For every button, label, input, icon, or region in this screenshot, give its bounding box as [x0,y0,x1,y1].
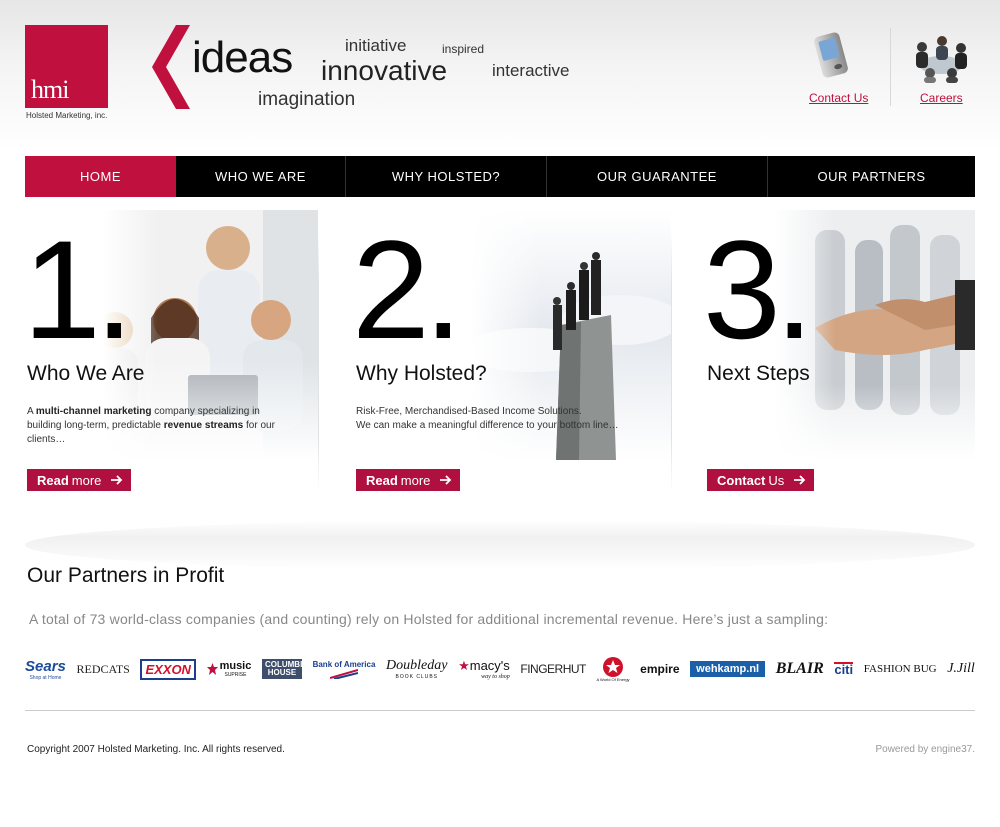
texaco-star-icon [603,656,624,677]
nav-who-we-are[interactable]: WHO WE ARE [176,156,346,197]
logo-jjill: J.Jill [947,661,975,676]
powered-by-link[interactable]: Powered by engine37. [875,744,975,755]
arrow-right-icon [794,475,806,485]
column-divider [318,232,319,492]
who-we-are-text: A multi-channel marketing company specia… [27,406,275,445]
header-divider [890,28,891,106]
contact-us-button[interactable]: Contact Us [707,469,815,491]
tagline-inspired: inspired [442,42,485,56]
column-why-holsted: 2. Why Holsted? Risk-Free, Merchandised-… [354,210,671,500]
pda-phone-icon[interactable] [814,30,852,80]
who-we-are-heading: Who We Are [27,362,145,385]
arrow-right-icon [111,475,123,485]
meeting-people-icon[interactable] [908,33,974,83]
bank-of-america-flag-icon [330,668,358,679]
logo-macys: ★macy's way to shop [458,658,510,680]
logo-empire: empire [640,662,680,676]
logo-sears: Sears Shop at Home [25,657,66,681]
partners-heading: Our Partners in Profit [27,564,225,587]
why-holsted-text: Risk-Free, Merchandised-Based Income Sol… [356,406,619,431]
logo-columbia-house: COLUMBIA HOUSE [261,659,308,679]
step-number-2: 2. [354,211,463,368]
footer-divider [25,710,975,711]
partner-logos: Sears Shop at Home REDCATS EXXON music S… [25,652,975,686]
logo-fashion-bug: FASHION BUG [863,663,937,675]
partners-description: A total of 73 world-class companies (and… [29,611,829,627]
music-star-icon [206,663,218,675]
tagline-innovative: innovative [321,55,448,86]
nav-why-holsted[interactable]: WHY HOLSTED? [346,156,547,197]
hmi-logo[interactable]: hmi [25,25,108,108]
column-next-steps: 3. Next Steps Contact Us [705,210,975,500]
logo-music: music SUPRISE [206,660,251,678]
next-steps-heading: Next Steps [707,362,810,385]
logo-fingerhut: FINGERHUT [520,662,586,676]
logo-exxon: EXXON [140,658,196,680]
nav-our-guarantee[interactable]: OUR GUARANTEE [547,156,768,197]
step-number-3: 3. [705,211,814,368]
column-who-we-are: 1. Who We Are A multi-channel marketing … [25,210,318,500]
logo-text: hmi [31,75,69,104]
read-more-button-1[interactable]: Read more [27,469,132,491]
careers-link[interactable]: Careers [920,91,963,105]
why-holsted-heading: Why Holsted? [356,362,487,385]
arrow-right-icon [440,475,452,485]
tagline-interactive: interactive [492,61,570,80]
contact-us-link[interactable]: Contact Us [809,91,868,105]
tagline-imagination: imagination [258,89,356,110]
logo-texaco: A World Of Energy [597,656,630,682]
step-number-1: 1. [25,211,134,368]
tagline-ideas: ideas [192,33,293,82]
company-name: Holsted Marketing, inc. [26,111,108,120]
nav-home[interactable]: HOME [25,156,176,197]
main-nav: HOME WHO WE ARE WHY HOLSTED? OUR GUARANT… [25,156,975,197]
shadow-band [25,520,975,570]
logo-bank-of-america: Bank of America [313,660,375,679]
read-more-button-2[interactable]: Read more [356,469,461,491]
nav-our-partners[interactable]: OUR PARTNERS [768,156,975,197]
bracket-icon [152,25,190,109]
copyright-text: Copyright 2007 Holsted Marketing. Inc. A… [27,744,285,755]
logo-doubleday: Doubleday BOOK CLUBS [386,658,448,680]
logo-redcats: REDCATS [76,661,130,676]
logo-citi: citi [834,662,854,677]
logo-wehkamp: wehkamp.nl [690,661,766,677]
tagline-initiative: initiative [345,36,407,55]
logo-blair: BLAIR [775,660,824,677]
column-divider [671,232,672,492]
